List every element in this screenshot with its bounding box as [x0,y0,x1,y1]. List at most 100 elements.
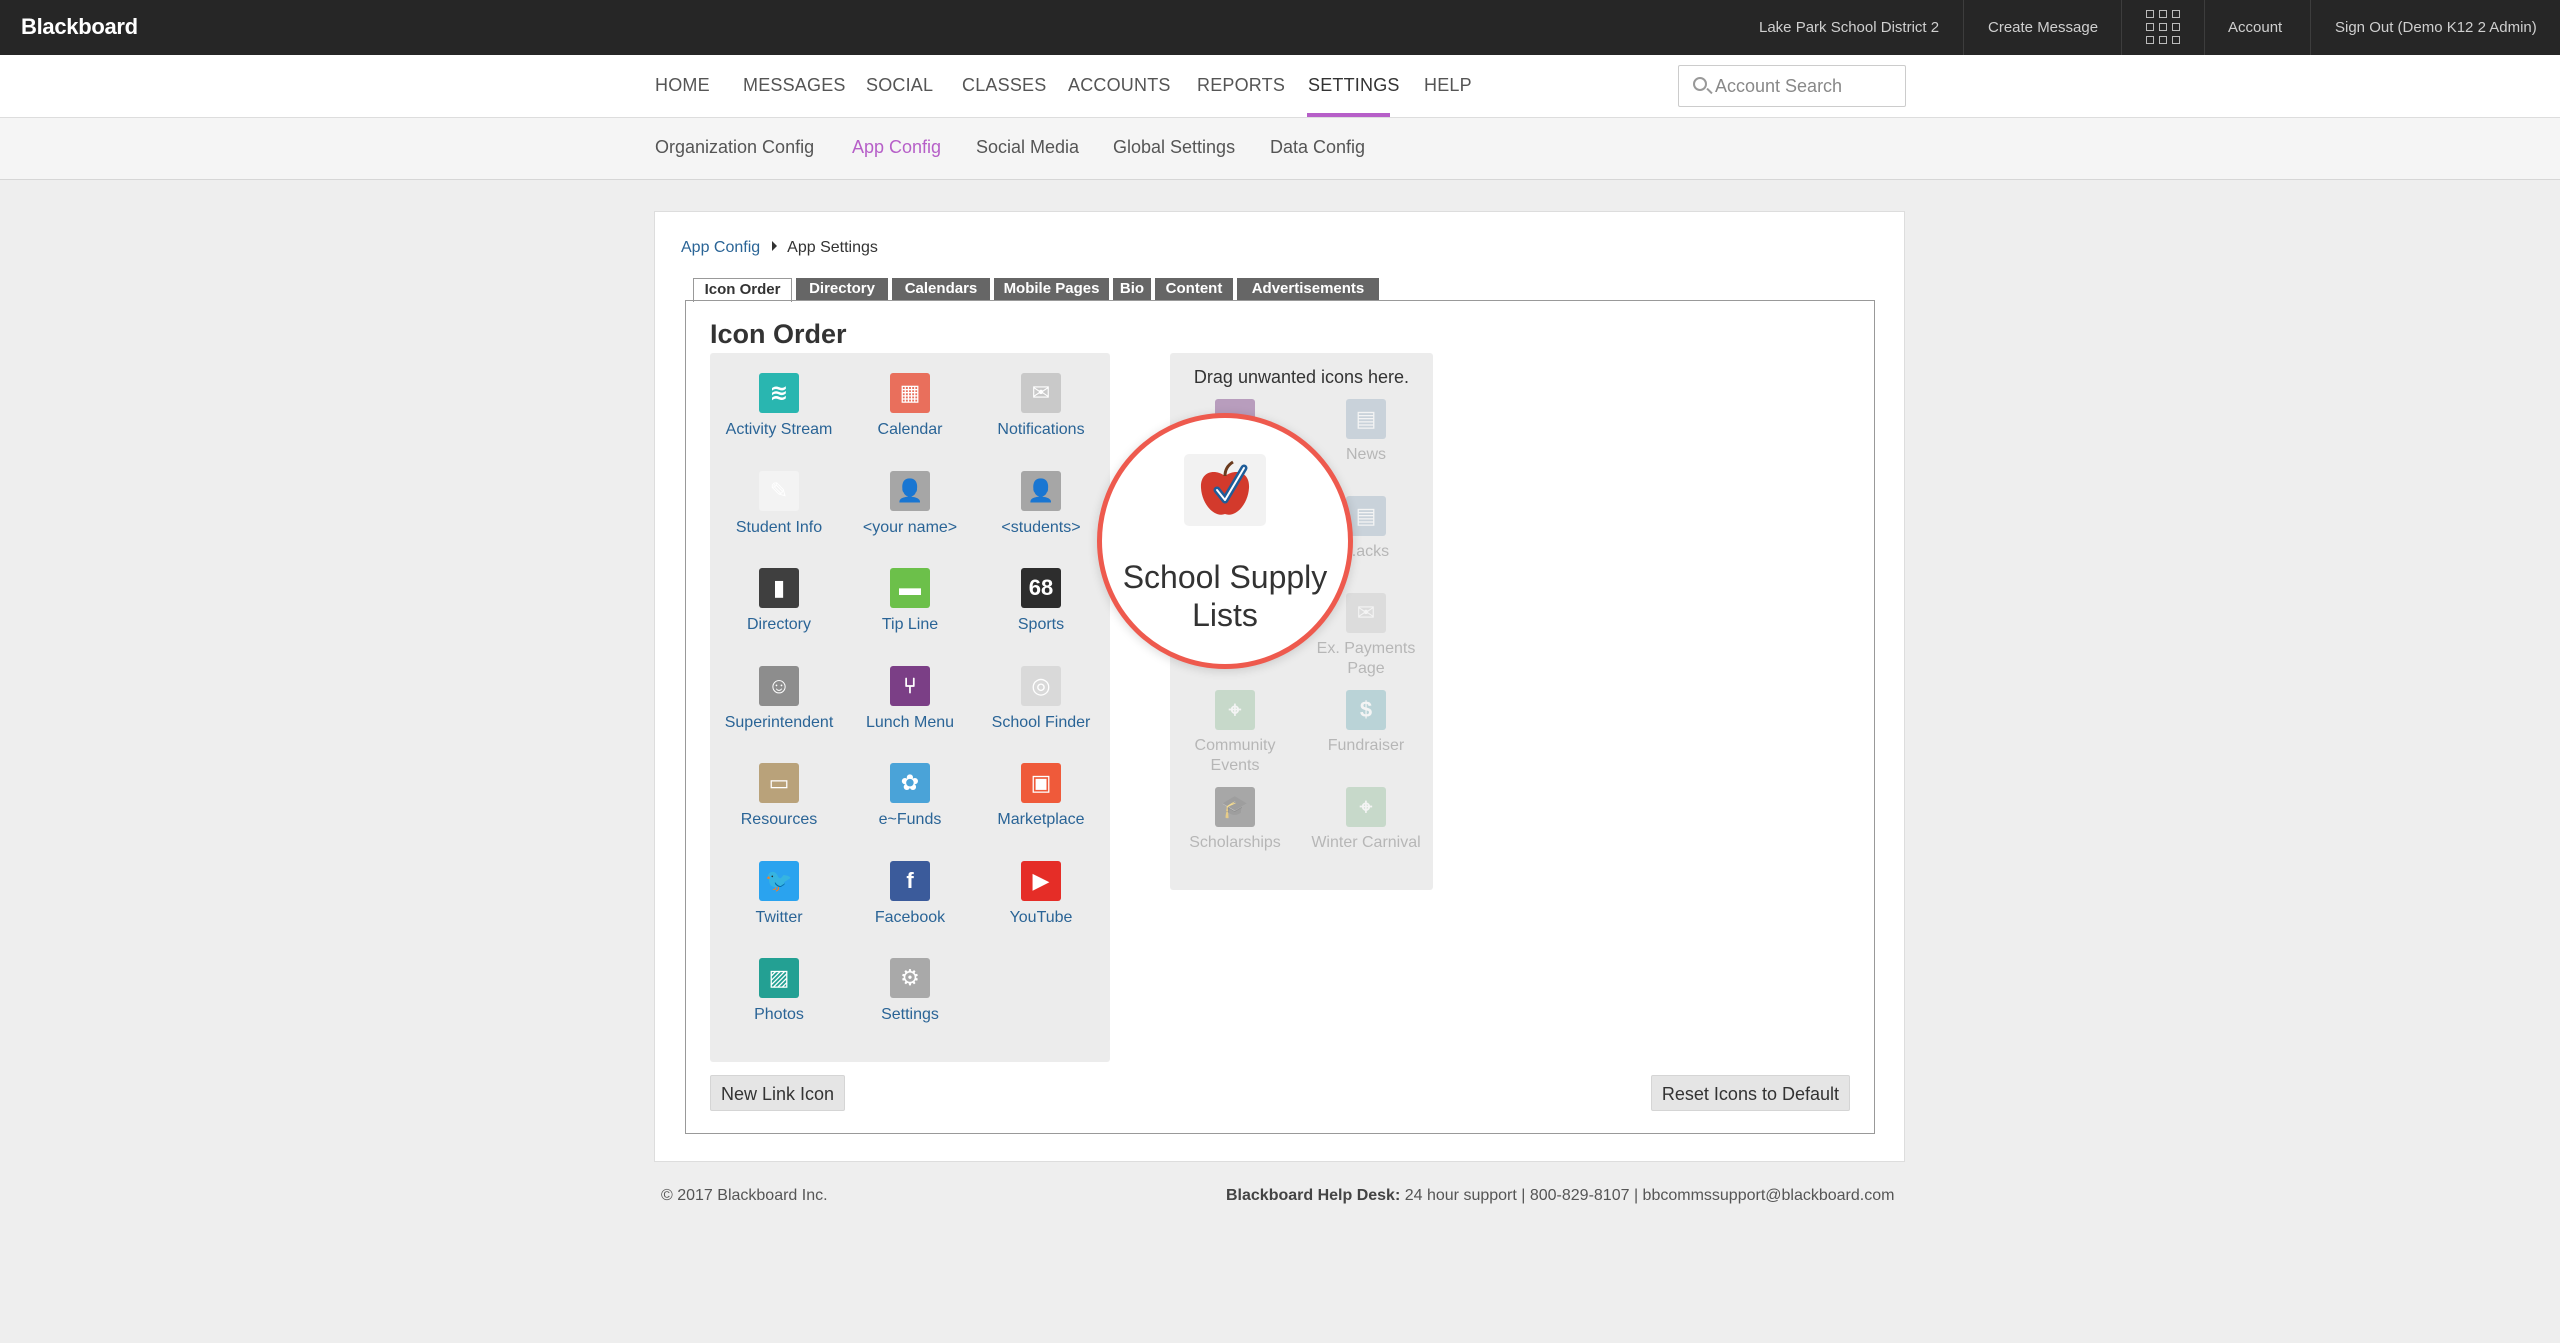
app-icon-facebook[interactable]: f Facebook [845,860,975,927]
app-icon-school-finder[interactable]: ◎ School Finder [976,665,1106,732]
footer-help: Blackboard Help Desk: 24 hour support | … [1226,1187,1894,1205]
sign-out-link[interactable]: Sign Out (Demo K12 2 Admin) [2335,0,2537,55]
topbar-divider [2310,0,2311,55]
tab-content[interactable]: Content [1155,278,1233,300]
app-icon-directory[interactable]: ▮ Directory [714,568,844,634]
calendar-icon: ▦ [890,373,930,413]
blackboard-logo[interactable]: Blackboard [21,14,138,40]
people-circle-icon: ✿ [890,763,930,803]
subnav-data-config[interactable]: Data Config [1270,137,1365,158]
main-nav: HOME MESSAGES SOCIAL CLASSES ACCOUNTS RE… [0,55,2560,118]
app-icon-youtube[interactable]: ▶ YouTube [976,860,1106,927]
app-icon-calendar[interactable]: ▦ Calendar [845,373,975,439]
icon-label: Calendar [877,421,943,438]
breadcrumb-current: App Settings [787,239,878,256]
app-icon-notifications[interactable]: ✉ Notifications [976,373,1106,439]
search-icon [1693,77,1707,91]
person-icon: 👤 [1021,470,1061,511]
breadcrumb-app-config[interactable]: App Config [681,239,760,256]
app-icon-students[interactable]: 👤 <students> [976,470,1106,537]
tab-advertisements[interactable]: Advertisements [1237,278,1379,300]
app-icon-your-name[interactable]: 👤 <your name> [845,470,975,537]
speech-bubble-icon: ▬ [890,568,930,608]
top-bar: Blackboard Lake Park School District 2 C… [0,0,2560,55]
icon-order-grid: ≋ Activity Stream ▦ Calendar ✉ Notifications ✎… [710,353,1110,1062]
icon-label: Ex. Payments Page [1316,640,1416,677]
nav-help[interactable]: HELP [1424,75,1472,96]
nav-social[interactable]: SOCIAL [866,75,933,96]
app-icon-winter-carnival[interactable]: ⌖ Winter Carnival [1301,787,1431,853]
icon-label: YouTube [1009,908,1073,926]
app-grid-icon[interactable] [2145,9,2181,45]
compass-icon: ◎ [1021,665,1061,706]
nav-reports[interactable]: REPORTS [1197,75,1285,96]
envelope-icon: ✉ [1021,373,1061,413]
subnav-social-media[interactable]: Social Media [976,137,1079,158]
app-icon-lunch-menu[interactable]: ⑂ Lunch Menu [845,665,975,732]
app-settings-panel: App Config App Settings Icon Order Direct… [654,211,1905,1162]
create-message-link[interactable]: Create Message [1988,0,2098,55]
map-pin-icon: ⌖ [1215,690,1255,730]
book-icon: ▮ [759,568,799,608]
app-icon-scholarships[interactable]: 🎓 Scholarships [1170,787,1300,853]
district-name[interactable]: Lake Park School District 2 [1759,0,1939,55]
reset-icons-button[interactable]: Reset Icons to Default [1650,1075,1850,1111]
app-icon-student-info[interactable]: ✎ Student Info [714,470,844,537]
icon-label: Sports [1017,616,1065,633]
icon-label: Scholarships [1189,834,1281,851]
icon-label: Winter Carnival [1311,834,1421,851]
nav-home[interactable]: HOME [655,75,710,96]
icon-label: e~Funds [878,811,942,828]
nav-accounts[interactable]: ACCOUNTS [1068,75,1171,96]
app-icon-fundraiser[interactable]: $ Fundraiser [1301,690,1431,756]
person-icon: 👤 [890,470,930,511]
icon-label: Activity Stream [725,421,833,438]
tab-icon-order[interactable]: Icon Order [693,278,792,302]
icon-label: Directory [746,616,811,633]
app-icon-marketplace[interactable]: ▣ Marketplace [976,763,1106,829]
icon-label: Settings [881,1006,939,1023]
app-icon-settings[interactable]: ⚙ Settings [845,958,975,1024]
icon-label: Marketplace [997,811,1085,828]
nav-settings[interactable]: SETTINGS [1308,75,1400,96]
dragged-icon-spotlight[interactable]: School Supply Lists [1097,413,1353,669]
icon-label: Student Info [735,518,823,536]
breadcrumb: App Config App Settings [681,239,878,257]
nav-messages[interactable]: MESSAGES [743,75,846,96]
app-icon-activity-stream[interactable]: ≋ Activity Stream [714,373,844,439]
subnav-organization-config[interactable]: Organization Config [655,137,814,158]
app-icon-community-events[interactable]: ⌖ Community Events [1170,690,1300,776]
icon-label: School Finder [991,713,1091,731]
tab-directory[interactable]: Directory [796,278,888,300]
account-search-input[interactable] [1715,74,1900,98]
app-icon-resources[interactable]: ▭ Resources [714,763,844,829]
subnav-app-config[interactable]: App Config [852,137,941,158]
nav-classes[interactable]: CLASSES [962,75,1046,96]
icon-label: Photos [754,1006,804,1023]
scoreboard-icon: 68 [1021,568,1061,608]
photo-icon: ▨ [759,958,799,998]
icon-label: Notifications [997,421,1085,438]
shopping-bag-icon: ▣ [1021,763,1061,803]
icon-label: Resources [740,811,818,828]
app-icon-e-funds[interactable]: ✿ e~Funds [845,763,975,829]
icon-label: Twitter [755,908,803,926]
icon-label: <your name> [862,518,958,536]
envelope-icon: ✉ [1346,593,1386,633]
tab-calendars[interactable]: Calendars [892,278,990,300]
icon-label: <students> [1001,518,1081,536]
app-icon-tip-line[interactable]: ▬ Tip Line [845,568,975,634]
account-link[interactable]: Account [2228,0,2282,55]
new-link-icon-button[interactable]: New Link Icon [710,1075,846,1111]
tab-bio[interactable]: Bio [1113,278,1151,300]
notepad-icon: ✎ [759,470,799,511]
subnav-global-settings[interactable]: Global Settings [1113,137,1235,158]
app-icon-twitter[interactable]: 🐦 Twitter [714,860,844,927]
section-title: Icon Order [710,319,847,349]
icon-label: Facebook [874,908,946,926]
app-icon-superintendent[interactable]: ☺ Superintendent [714,665,844,732]
app-icon-photos[interactable]: ▨ Photos [714,958,844,1024]
app-icon-sports[interactable]: 68 Sports [976,568,1106,634]
account-search[interactable] [1678,65,1906,107]
tab-mobile-pages[interactable]: Mobile Pages [994,278,1109,300]
